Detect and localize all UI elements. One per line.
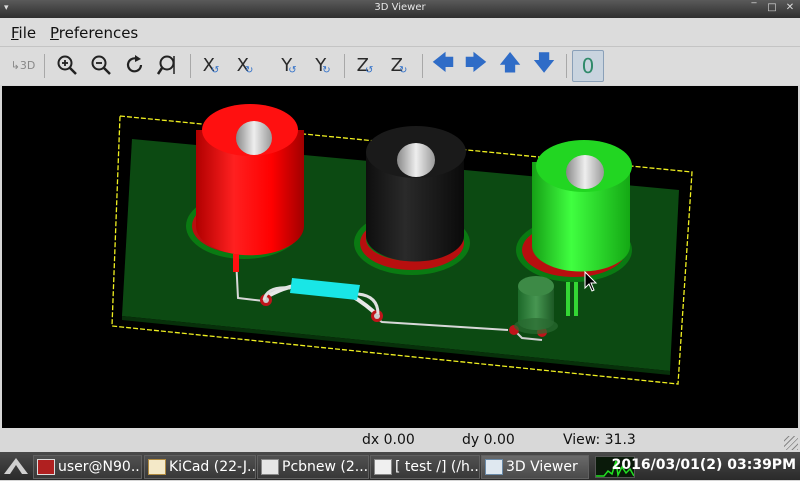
rotate-ccw-icon: ↺ [364, 64, 374, 76]
statusbar: dx 0.00 dy 0.00 View: 31.3 [0, 428, 800, 452]
rotate-z-cw-button[interactable]: Z ↻ [384, 50, 414, 80]
move-up-button[interactable]: 🡅 [495, 50, 525, 80]
editor-icon [374, 459, 392, 475]
rotate-cw-icon: ↻ [244, 64, 254, 76]
menubar: File Preferences [0, 18, 800, 47]
menu-preferences-label: references [58, 24, 139, 42]
toolbar-separator [566, 54, 567, 78]
connector-red-hole [236, 121, 272, 155]
status-dx: dx 0.00 [362, 432, 415, 448]
pcb-3d-render [111, 104, 693, 385]
menu-preferences-accel: P [50, 24, 59, 42]
3d-viewer-icon [485, 459, 503, 475]
menu-file-accel: F [11, 24, 19, 42]
zoom-fit-icon [157, 55, 175, 75]
rotate-cw-icon: ↻ [322, 64, 331, 76]
zoom-in-button[interactable] [52, 50, 82, 80]
toolbar-separator [44, 54, 45, 78]
rotate-x-ccw-button[interactable]: X ↺ [196, 50, 226, 80]
menu-file-label: ile [18, 24, 37, 42]
taskbar-task[interactable]: KiCad (22-J... [144, 455, 256, 479]
taskbar-task[interactable]: user@N90... [33, 455, 142, 479]
start-menu-button[interactable] [2, 456, 30, 476]
toolbar-separator [344, 54, 345, 78]
rotate-ccw-icon: ↺ [210, 64, 220, 76]
toolbar: ↳ 3D X ↺ X ↻ Y ↺ Y ↻ Z ↺ Z ↻ 🡄 🡆 🡅 🡇 0 [0, 47, 800, 85]
redraw-icon [126, 55, 143, 73]
ortho-toggle-button[interactable]: 0 [572, 50, 604, 82]
led-base [514, 318, 558, 334]
taskbar-task-label: Pcbnew (2... [282, 459, 369, 475]
arrow-right-icon: 🡆 [464, 51, 488, 76]
taskbar-task-label: user@N90... [58, 459, 142, 475]
toolbar-separator [422, 54, 423, 78]
rotate-y-cw-button[interactable]: Y ↻ [308, 50, 338, 80]
rotate-cw-icon: ↻ [398, 64, 408, 76]
taskbar: user@N90... KiCad (22-J... Pcbnew (2... … [0, 452, 800, 480]
arrow-down-icon: 🡇 [532, 51, 556, 76]
reload-arrow-icon: ↳ [10, 58, 20, 72]
rotate-y-ccw-button[interactable]: Y ↺ [274, 50, 304, 80]
reload-3d-button[interactable]: ↳ 3D [8, 50, 38, 80]
reload-3d-label: 3D [19, 58, 36, 72]
taskbar-task-label: KiCad (22-J... [169, 459, 256, 475]
start-menu-icon [4, 458, 28, 474]
status-dy: dy 0.00 [462, 432, 515, 448]
connector-black-hole [397, 143, 435, 177]
taskbar-task[interactable]: [ test /] (/h... [370, 455, 480, 479]
pcbnew-icon [261, 459, 279, 475]
kicad-icon [148, 459, 166, 475]
window-title: 3D Viewer [374, 2, 426, 13]
resize-grip[interactable] [784, 436, 798, 450]
taskbar-task-label: [ test /] (/h... [395, 459, 480, 475]
menu-preferences[interactable]: Preferences [50, 24, 138, 42]
maximize-icon[interactable]: □ [766, 2, 778, 13]
window-titlebar: ▾ 3D Viewer ‾ □ ✕ [0, 0, 800, 18]
connector-green-hole [566, 155, 604, 189]
move-down-button[interactable]: 🡇 [529, 50, 559, 80]
toolbar-separator [190, 54, 191, 78]
status-view: View: 31.3 [563, 432, 636, 448]
close-icon[interactable]: ✕ [784, 2, 796, 13]
redraw-button[interactable] [120, 50, 150, 80]
taskbar-task-active[interactable]: 3D Viewer [481, 455, 589, 479]
rotate-z-ccw-button[interactable]: Z ↺ [350, 50, 380, 80]
zoom-out-icon [91, 55, 111, 75]
taskbar-task-label: 3D Viewer [506, 459, 578, 475]
terminal-icon [37, 459, 55, 475]
minimize-icon[interactable]: ‾ [748, 2, 760, 13]
ortho-toggle-label: 0 [581, 54, 595, 78]
taskbar-task[interactable]: Pcbnew (2... [257, 455, 369, 479]
move-right-button[interactable]: 🡆 [461, 50, 491, 80]
led-top [518, 276, 554, 296]
zoom-out-button[interactable] [86, 50, 116, 80]
arrow-up-icon: 🡅 [498, 51, 522, 76]
zoom-in-icon [57, 55, 77, 75]
taskbar-clock: 2016/03/01(2) 03:39PM [611, 457, 796, 473]
menu-file[interactable]: File [11, 24, 36, 42]
arrow-left-icon: 🡄 [431, 51, 455, 76]
move-left-button[interactable]: 🡄 [428, 50, 458, 80]
rotate-ccw-icon: ↺ [288, 64, 297, 76]
3d-viewport[interactable] [2, 86, 798, 428]
rotate-x-cw-button[interactable]: X ↻ [230, 50, 260, 80]
zoom-fit-button[interactable] [153, 50, 183, 80]
